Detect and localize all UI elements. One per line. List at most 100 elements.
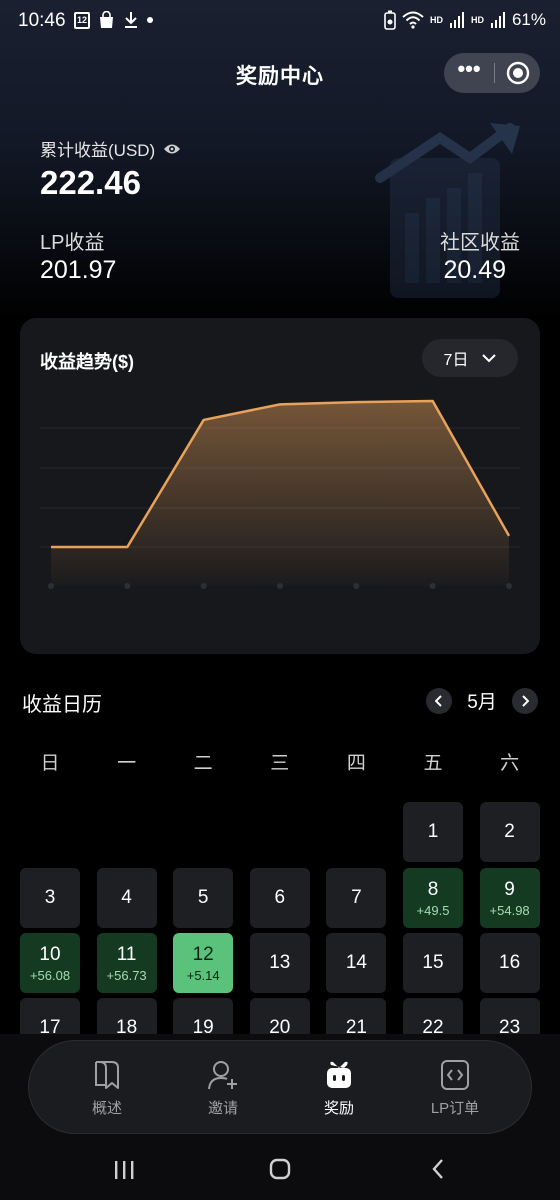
day-number: 3 xyxy=(44,887,56,908)
download-icon xyxy=(125,12,137,28)
day-number: 10 xyxy=(39,943,61,965)
notification-dot-icon xyxy=(147,17,153,23)
code-file-icon xyxy=(441,1060,469,1090)
calendar-icon: 12 xyxy=(74,11,90,29)
day-earnings: +56.08 xyxy=(29,967,71,983)
cumulative-label-text: 累计收益(USD) xyxy=(40,141,156,160)
calendar-day[interactable]: 5 xyxy=(173,868,234,928)
tab-label-invite: 邀请 xyxy=(207,1100,238,1117)
shopping-bag-icon xyxy=(100,11,113,28)
x-axis-point xyxy=(353,583,360,589)
calendar-day[interactable]: 3 xyxy=(20,868,80,928)
x-axis-point xyxy=(277,583,283,589)
add-user-icon xyxy=(208,1061,237,1090)
signal-icon-1 xyxy=(449,12,464,28)
x-axis-point xyxy=(48,583,54,589)
calendar-day[interactable]: 12 +5.14 xyxy=(173,933,234,993)
day-earnings: +54.98 xyxy=(489,902,530,918)
range-dropdown[interactable]: 7日 xyxy=(422,339,518,377)
range-label: 7日 xyxy=(443,352,469,369)
more-dots-icon[interactable]: ••• xyxy=(444,58,494,80)
calendar-day[interactable]: 9 +54.98 xyxy=(479,868,540,928)
calendar-day[interactable]: 11 +56.73 xyxy=(96,933,157,993)
calendar-day[interactable]: 1 xyxy=(403,802,463,862)
day-number: 9 xyxy=(504,878,515,900)
system-navigation-bar xyxy=(0,1140,560,1200)
prev-month-button[interactable] xyxy=(426,687,452,714)
lp-earnings-label: LP收益 xyxy=(40,232,105,254)
day-number: 16 xyxy=(499,952,521,973)
day-number: 8 xyxy=(427,878,439,900)
x-axis-point xyxy=(124,583,131,589)
weekday-label: 四 xyxy=(346,753,366,774)
day-earnings: +56.73 xyxy=(106,967,147,983)
calendar-day[interactable]: 13 xyxy=(249,933,310,993)
record-circle-icon xyxy=(506,61,529,85)
month-navigator: 5月 xyxy=(426,687,538,714)
calendar-day[interactable]: 2 xyxy=(479,802,540,862)
weekday-label: 一 xyxy=(117,753,137,774)
battery-saver-icon xyxy=(384,10,396,30)
calendar-day[interactable]: 10 +56.08 xyxy=(20,933,80,993)
x-axis-point xyxy=(429,583,436,589)
hd-label-1: HD xyxy=(429,15,443,25)
eye-icon[interactable] xyxy=(163,142,181,156)
battery-percent: 61% xyxy=(511,10,546,29)
day-number: 5 xyxy=(197,887,209,908)
current-month: 5月 xyxy=(467,692,497,713)
weekday-label: 三 xyxy=(270,753,290,774)
chevron-down-icon xyxy=(482,353,497,362)
weekday-label: 五 xyxy=(423,753,443,774)
back-button[interactable] xyxy=(431,1158,445,1180)
home-button[interactable] xyxy=(269,1158,291,1180)
hd-label-2: HD xyxy=(470,15,484,25)
tab-lp-orders[interactable]: LP订单 xyxy=(405,1057,505,1118)
day-earnings: +5.14 xyxy=(186,967,220,983)
trend-area xyxy=(51,401,509,586)
tab-invite[interactable]: 邀请 xyxy=(173,1057,273,1118)
day-number: 15 xyxy=(422,952,444,973)
day-number: 4 xyxy=(121,887,132,908)
calendar-day[interactable]: 6 xyxy=(249,868,310,928)
tab-label-rewards: 奖励 xyxy=(323,1100,354,1117)
cumulative-earnings-label: 累计收益(USD) xyxy=(40,136,181,161)
x-axis-point xyxy=(200,583,207,589)
calendar-day[interactable]: 16 xyxy=(479,933,540,993)
day-number: 7 xyxy=(351,887,362,908)
community-earnings-value: 20.49 xyxy=(443,256,506,284)
day-number: 13 xyxy=(269,952,291,973)
x-axis-point xyxy=(506,583,512,589)
tab-overview[interactable]: 概述 xyxy=(57,1057,157,1118)
cumulative-earnings-value: 222.46 xyxy=(40,164,141,201)
calendar-day[interactable]: 7 xyxy=(326,868,387,928)
lp-earnings-value: 201.97 xyxy=(40,256,117,284)
day-number: 1 xyxy=(427,821,439,842)
day-number: 2 xyxy=(504,821,515,842)
tab-label-lp-orders: LP订单 xyxy=(430,1100,480,1117)
mini-program-capsule: ••• xyxy=(444,53,540,93)
day-earnings: +49.5 xyxy=(416,902,450,918)
day-number: 12 xyxy=(192,943,214,965)
community-earnings-label: 社区收益 xyxy=(440,232,520,254)
wifi-icon xyxy=(402,11,424,29)
chevron-right-icon xyxy=(522,694,529,707)
next-month-button[interactable] xyxy=(512,687,538,714)
calendar-day[interactable]: 14 xyxy=(326,933,387,993)
status-bar: 10:46 12 HD HD 61% xyxy=(0,0,560,42)
calendar-title: 收益日历 xyxy=(22,694,102,716)
calendar-day[interactable]: 8 +49.5 xyxy=(403,868,463,928)
day-number: 11 xyxy=(116,943,137,965)
close-button[interactable] xyxy=(495,61,540,85)
tab-rewards[interactable]: 奖励 xyxy=(289,1057,389,1118)
weekday-label: 六 xyxy=(500,753,520,774)
chevron-left-icon xyxy=(435,694,442,707)
calendar-day[interactable]: 15 xyxy=(403,933,463,993)
recent-apps-button[interactable] xyxy=(112,1160,136,1180)
signal-icon-2 xyxy=(490,12,505,28)
gift-icon xyxy=(327,1061,351,1088)
day-number: 6 xyxy=(274,887,286,908)
earnings-trend-card: 收益趋势($) 7日 xyxy=(20,318,540,654)
tab-bar: 概述 邀请 奖励 LP订单 xyxy=(28,1040,532,1134)
weekday-label: 二 xyxy=(193,753,213,774)
calendar-day[interactable]: 4 xyxy=(96,868,157,928)
